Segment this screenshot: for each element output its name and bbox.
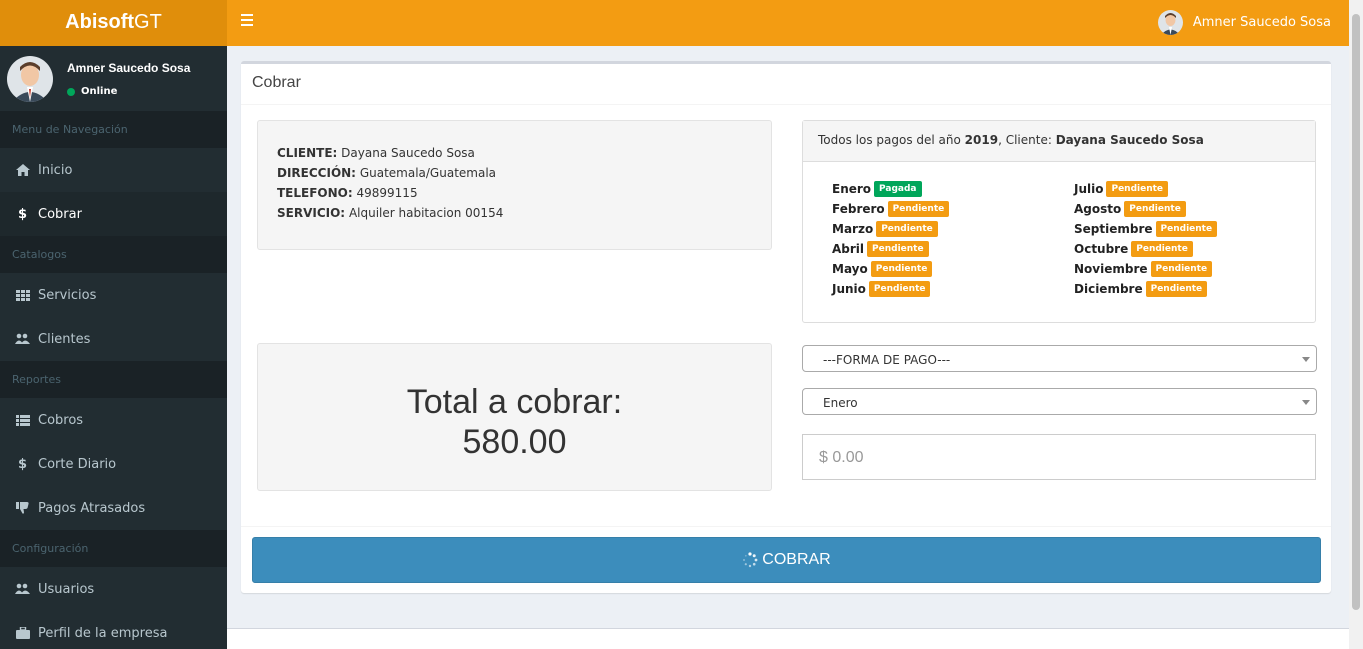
month-name: Marzo xyxy=(832,222,874,236)
month-name: Enero xyxy=(832,182,872,196)
sidebar-item-corte-diario[interactable]: $ Corte Diario xyxy=(0,442,227,486)
scrollbar[interactable] xyxy=(1349,0,1363,649)
status-badge: Pendiente xyxy=(1131,241,1193,257)
client-info: CLIENTE: Dayana Saucedo Sosa DIRECCIÓN: … xyxy=(257,120,772,250)
sidebar-item-pagos-atrasados[interactable]: Pagos Atrasados xyxy=(0,486,227,530)
total-value: 580.00 xyxy=(462,423,567,461)
users-icon xyxy=(15,582,30,596)
sidebar-item-inicio[interactable]: Inicio xyxy=(0,148,227,192)
sidebar-header-navegacion: Menu de Navegación xyxy=(0,111,227,148)
status-badge: Pendiente xyxy=(1124,201,1186,217)
user-panel: Amner Saucedo Sosa Online xyxy=(0,46,227,111)
logo-bold: Abisoft xyxy=(65,11,135,33)
status-badge: Pendiente xyxy=(1150,261,1213,277)
month-name: Noviembre xyxy=(1074,262,1148,276)
top-navbar: Amner Saucedo Sosa xyxy=(227,0,1349,46)
month-row: Agosto Pendiente xyxy=(1074,199,1314,219)
list-icon xyxy=(15,413,30,427)
briefcase-icon xyxy=(15,626,30,640)
month-row: Febrero Pendiente xyxy=(832,199,1072,219)
cobrar-box: Cobrar CLIENTE: Dayana Saucedo Sosa DIRE… xyxy=(241,61,1331,593)
client-name: Dayana Saucedo Sosa xyxy=(341,146,475,160)
month-row: Marzo Pendiente xyxy=(832,219,1072,239)
page-footer xyxy=(227,628,1349,649)
month-row: Mayo Pendiente xyxy=(832,259,1072,279)
mes-select[interactable]: Enero xyxy=(802,388,1317,415)
page-title: Cobrar xyxy=(252,74,301,91)
status-dot-icon xyxy=(67,87,75,96)
month-name: Julio xyxy=(1074,182,1104,196)
scrollbar-thumb[interactable] xyxy=(1352,14,1360,610)
client-service: Alquiler habitacion 00154 xyxy=(348,206,504,220)
online-status: Online xyxy=(67,86,117,97)
sidebar-user-name: Amner Saucedo Sosa xyxy=(67,61,191,75)
dollar-icon: $ xyxy=(17,456,28,472)
month-name: Febrero xyxy=(832,202,885,216)
months-column-left: Enero Pagada Febrero Pendiente Marzo Pendient… xyxy=(832,179,1072,299)
status-badge: Pagada xyxy=(874,181,922,197)
months-column-right: Julio Pendiente Agosto Pendiente Septiembre P… xyxy=(1074,179,1314,299)
avatar xyxy=(7,56,53,102)
dollar-icon: $ xyxy=(17,206,28,222)
month-row: Enero Pagada xyxy=(832,179,1072,199)
menu-toggle-icon[interactable] xyxy=(241,14,253,26)
sidebar-item-perfil-empresa[interactable]: Perfil de la empresa xyxy=(0,611,227,649)
sidebar-item-clientes[interactable]: Clientes xyxy=(0,317,227,361)
logo-light: GT xyxy=(134,11,162,33)
month-name: Abril xyxy=(832,242,865,256)
total-box: Total a cobrar: 580.00 xyxy=(257,343,772,491)
total-label: Total a cobrar: xyxy=(406,383,623,421)
sidebar-header-configuracion: Configuración xyxy=(0,530,227,567)
month-name: Octubre xyxy=(1074,242,1129,256)
app-logo[interactable]: AbisoftGT xyxy=(0,0,227,46)
top-user-name: Amner Saucedo Sosa xyxy=(1192,15,1331,30)
chevron-down-icon xyxy=(1302,400,1310,405)
month-name: Agosto xyxy=(1074,202,1122,216)
month-row: Octubre Pendiente xyxy=(1074,239,1314,259)
client-phone: 49899115 xyxy=(356,186,418,200)
month-row: Junio Pendiente xyxy=(832,279,1072,299)
home-icon xyxy=(15,163,30,177)
month-row: Julio Pendiente xyxy=(1074,179,1314,199)
month-row: Septiembre Pendiente xyxy=(1074,219,1314,239)
spinner-icon xyxy=(742,552,758,568)
user-menu[interactable]: Amner Saucedo Sosa xyxy=(1157,10,1331,35)
status-badge: Pendiente xyxy=(870,261,933,277)
month-name: Septiembre xyxy=(1074,222,1153,236)
month-name: Mayo xyxy=(832,262,868,276)
payments-panel-heading: Todos los pagos del año 2019, Cliente: D… xyxy=(803,121,1315,162)
avatar xyxy=(1157,10,1183,35)
status-badge: Pendiente xyxy=(867,241,929,257)
sidebar-item-usuarios[interactable]: Usuarios xyxy=(0,567,227,611)
sidebar-header-catalogos: Catalogos xyxy=(0,236,227,273)
status-badge: Pendiente xyxy=(887,201,950,217)
chevron-down-icon xyxy=(1302,357,1310,362)
month-name: Diciembre xyxy=(1074,282,1143,296)
sidebar-item-servicios[interactable]: Servicios xyxy=(0,273,227,317)
status-badge: Pendiente xyxy=(1155,221,1218,237)
cobrar-button[interactable]: COBRAR xyxy=(252,537,1321,583)
month-row: Noviembre Pendiente xyxy=(1074,259,1314,279)
month-row: Diciembre Pendiente xyxy=(1074,279,1314,299)
grid-icon xyxy=(15,288,30,302)
thumbs-down-icon xyxy=(15,501,30,515)
month-row: Abril Pendiente xyxy=(832,239,1072,259)
users-icon xyxy=(15,332,30,346)
status-badge: Pendiente xyxy=(868,281,931,297)
sidebar: Amner Saucedo Sosa Online Menu de Navega… xyxy=(0,46,227,649)
amount-input[interactable]: $ 0.00 xyxy=(802,434,1316,480)
status-badge: Pendiente xyxy=(1145,281,1208,297)
payments-panel: Todos los pagos del año 2019, Cliente: D… xyxy=(802,120,1316,323)
client-address: Guatemala/Guatemala xyxy=(359,166,497,180)
status-badge: Pendiente xyxy=(876,221,938,237)
sidebar-item-cobros[interactable]: Cobros xyxy=(0,398,227,442)
sidebar-header-reportes: Reportes xyxy=(0,361,227,398)
forma-pago-select[interactable]: ---FORMA DE PAGO--- xyxy=(802,345,1317,372)
sidebar-item-cobrar[interactable]: $ Cobrar xyxy=(0,192,227,236)
status-badge: Pendiente xyxy=(1106,181,1169,197)
month-name: Junio xyxy=(832,282,866,296)
